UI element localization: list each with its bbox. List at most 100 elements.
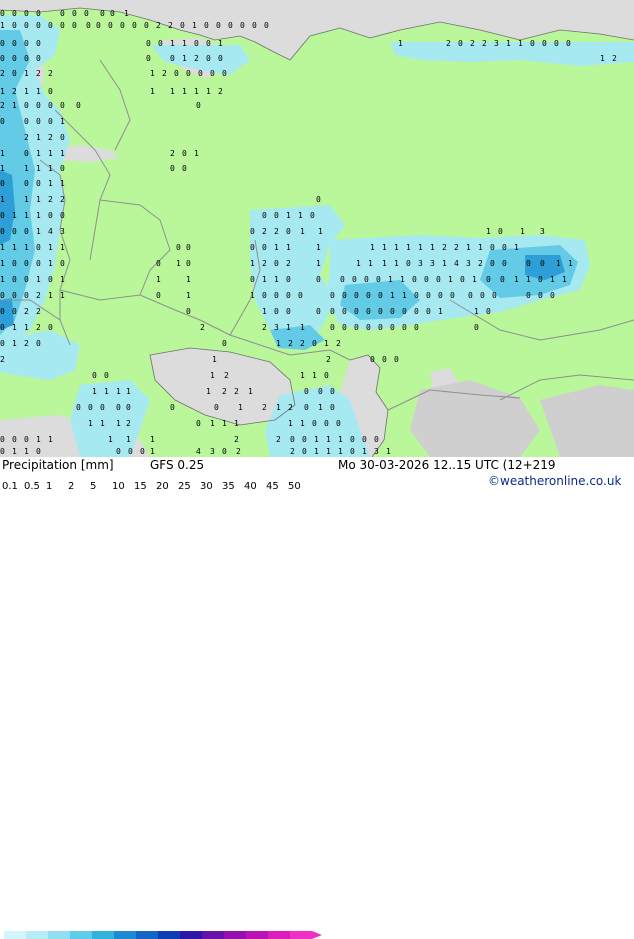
precip-value: 1 [60,149,65,158]
precip-value: 0 [0,179,5,188]
precip-value: 1 [418,243,423,252]
precip-value: 1 [60,243,65,252]
precip-value: 1 [300,419,305,428]
precip-value: 0 [290,435,295,444]
precip-value: 2 [224,371,229,380]
precip-value: 0 [412,275,417,284]
precip-value: 0 [24,101,29,110]
precip-value: 0 [438,291,443,300]
precip-value: 0 [394,355,399,364]
precip-value: 1 [210,419,215,428]
precip-value: 1 [24,211,29,220]
precip-value: 1 [150,69,155,78]
precip-value: 2 [162,69,167,78]
precip-value: 2 [286,259,291,268]
precip-value: 0 [316,195,321,204]
precip-value: 0 [158,39,163,48]
precip-value: 1 [100,419,105,428]
precip-value: 0 [310,211,315,220]
precip-value: 0 [174,69,179,78]
precip-value: 1 [478,243,483,252]
precip-value: 0 [550,291,555,300]
legend-tick-label: 2 [68,481,75,492]
precip-value: 1 [298,211,303,220]
precip-value: 1 [150,435,155,444]
precip-value: 1 [186,275,191,284]
precip-value: 0 [36,259,41,268]
precip-value: 0 [502,243,507,252]
precip-value: 1 [314,435,319,444]
precip-value: 2 [126,419,131,428]
precip-value: 0 [286,275,291,284]
precip-value: 0 [72,21,77,30]
legend-tick-label: 40 [244,481,257,492]
precip-value: 3 [418,259,423,268]
precip-value: 0 [146,54,151,63]
precip-value: 0 [0,39,5,48]
precip-value: 0 [228,21,233,30]
precip-value: 1 [0,275,5,284]
precip-value: 1 [318,227,323,236]
precip-value: 0 [286,307,291,316]
precip-value: 0 [342,307,347,316]
precip-value: 0 [414,307,419,316]
precip-value: 1 [286,243,291,252]
legend-tick-label: 50 [288,481,301,492]
precip-value: 0 [210,69,215,78]
precip-value: 0 [426,307,431,316]
legend-tick-label: 1 [46,481,53,492]
precip-value: 0 [390,323,395,332]
precip-value: 1 [48,179,53,188]
precip-value: 0 [108,21,113,30]
precip-value: 0 [170,54,175,63]
precip-value: 0 [336,419,341,428]
precip-value: 2 [168,21,173,30]
precip-value: 1 [472,275,477,284]
precip-value: 0 [0,211,5,220]
precip-value: 0 [362,435,367,444]
precip-value: 1 [0,149,5,158]
precip-value: 2 [156,21,161,30]
precip-value: 0 [316,275,321,284]
precip-value: 2 [24,133,29,142]
precip-value: 1 [400,275,405,284]
precip-value: 2 [288,339,293,348]
precip-value: 2 [36,307,41,316]
precip-value: 0 [262,291,267,300]
precip-value: 1 [182,39,187,48]
precip-value: 2 [48,69,53,78]
precip-value: 0 [24,9,29,18]
precip-value: 1 [398,39,403,48]
precip-value: 2 [60,195,65,204]
precip-value: 0 [222,447,227,456]
precip-value: 0 [24,227,29,236]
precip-value: 1 [60,275,65,284]
precip-value: 0 [24,179,29,188]
precip-value: 1 [312,371,317,380]
precip-value: 0 [48,275,53,284]
precip-value: 0 [24,21,29,30]
precip-value: 0 [542,39,547,48]
precip-value: 0 [324,371,329,380]
legend-swatch [290,931,312,939]
precip-value: 3 [374,447,379,456]
precip-value: 0 [196,419,201,428]
precip-value: 2 [274,227,279,236]
precip-value: 1 [238,403,243,412]
precip-value: 0 [330,323,335,332]
precip-value: 0 [24,259,29,268]
precip-value: 1 [0,259,5,268]
precip-value: 1 [262,275,267,284]
precip-value: 0 [0,339,5,348]
precip-value: 0 [186,69,191,78]
precip-value: 0 [12,69,17,78]
precip-value: 0 [60,21,65,30]
precip-value: 0 [402,307,407,316]
precip-value: 4 [196,447,201,456]
precip-value: 1 [388,275,393,284]
precip-value: 1 [506,39,511,48]
precip-value: 1 [124,9,129,18]
precip-value: 1 [520,227,525,236]
precip-value: 0 [250,275,255,284]
precip-value: 1 [24,323,29,332]
